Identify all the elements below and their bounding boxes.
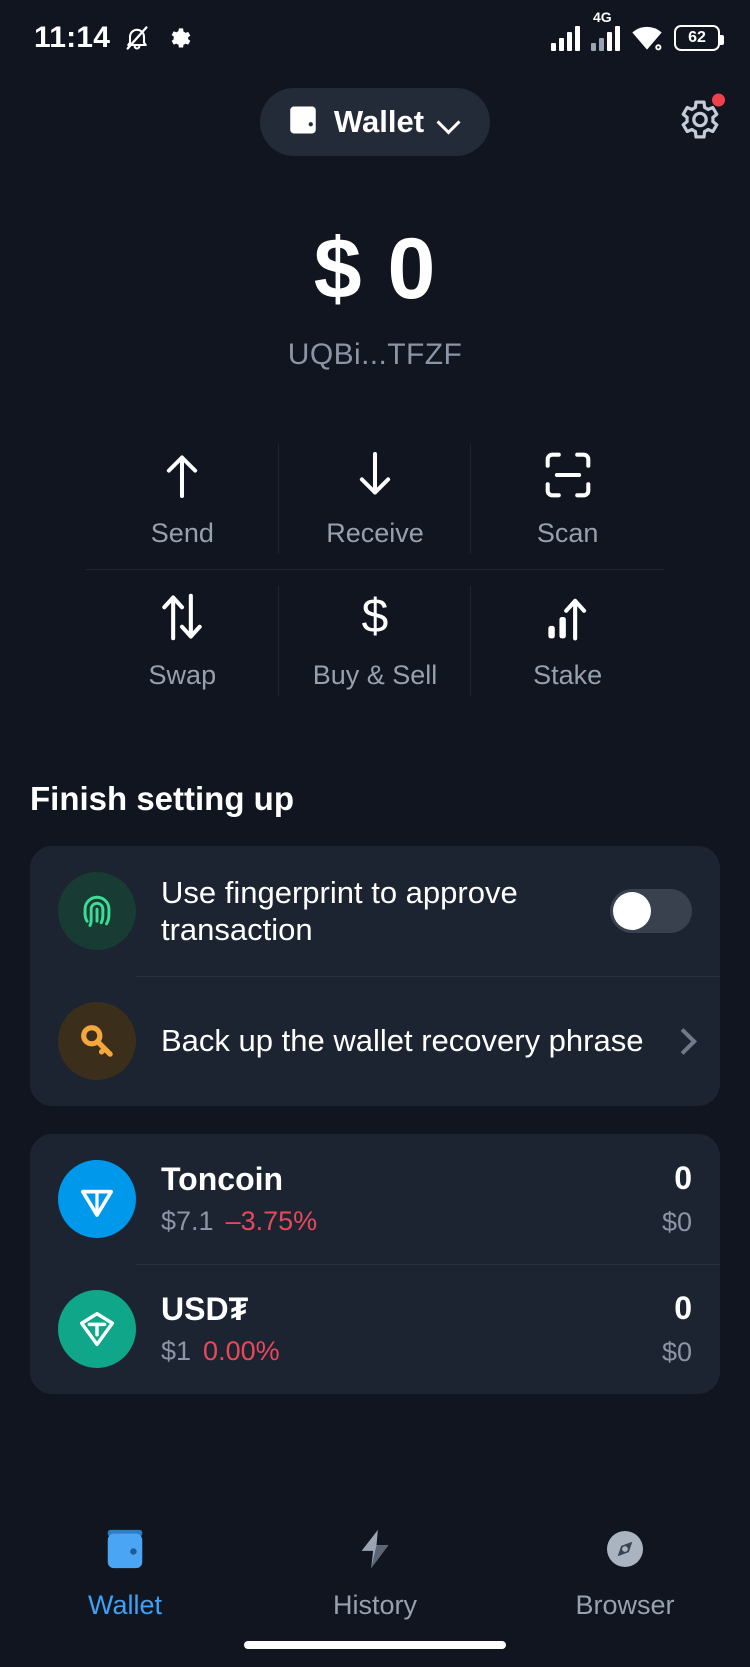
battery-level-label: 62	[688, 29, 706, 46]
wallet-icon	[286, 105, 320, 140]
token-balance-col: 0 $0	[662, 1160, 692, 1238]
action-label: Buy & Sell	[312, 659, 438, 690]
wallet-chip-label: Wallet	[333, 104, 425, 139]
wallet-address[interactable]: UQBi...TFZF	[0, 338, 750, 372]
action-label: Stake	[533, 659, 603, 690]
wifi-icon	[631, 25, 663, 51]
setup-item-label: Use fingerprint to approve transaction	[161, 874, 518, 947]
signal-bars-4g-icon: 4G	[591, 10, 620, 51]
nav-label: Browser	[575, 1590, 675, 1620]
nav-item-history[interactable]: History	[250, 1527, 500, 1621]
token-fiat-value: $0	[661, 1337, 692, 1367]
action-buy-sell[interactable]: $ Buy & Sell	[279, 570, 472, 712]
token-change: –3.75%	[225, 1206, 318, 1236]
status-bar-left: 11:14	[34, 21, 191, 55]
action-send[interactable]: Send	[86, 428, 279, 570]
toncoin-icon	[58, 1160, 136, 1238]
bell-muted-icon	[123, 24, 151, 52]
token-price: $7.1	[161, 1206, 214, 1236]
status-bar-clock: 11:14	[34, 21, 111, 54]
arrow-up-icon	[161, 450, 203, 500]
setup-card: Use fingerprint to approve transaction B…	[30, 846, 720, 1106]
token-price: $1	[161, 1336, 192, 1366]
action-label: Receive	[326, 517, 424, 548]
gear-icon	[164, 25, 191, 52]
battery-icon: 62	[674, 25, 724, 51]
token-price-row: $7.1 –3.75%	[161, 1206, 646, 1237]
chevron-right-icon	[672, 1031, 692, 1051]
token-amount: 0	[674, 1290, 692, 1326]
total-balance: $ 0	[313, 221, 437, 317]
chart-arrow-up-icon	[544, 592, 592, 642]
signal-bars-icon	[551, 25, 580, 51]
toggle-knob	[613, 892, 651, 930]
token-list-card: Toncoin $7.1 –3.75% 0 $0 USD₮ $1 0.00% 0…	[30, 1134, 720, 1394]
token-name: Toncoin	[161, 1161, 284, 1197]
key-icon	[58, 1002, 136, 1080]
network-type-label: 4G	[593, 9, 612, 25]
wallet-icon	[102, 1527, 148, 1576]
token-info: Toncoin $7.1 –3.75%	[161, 1161, 646, 1237]
balance-block: $ 0 UQBi...TFZF	[0, 226, 750, 372]
dollar-sign-icon: $	[361, 589, 389, 643]
wallet-selector-chip[interactable]: Wallet	[259, 88, 491, 156]
fingerprint-icon	[58, 872, 136, 950]
settings-button[interactable]	[674, 93, 725, 149]
status-bar: 11:14 4G 62	[0, 0, 750, 76]
setup-item-backup[interactable]: Back up the wallet recovery phrase	[30, 976, 720, 1106]
arrow-down-icon	[354, 450, 396, 500]
setup-item-label: Back up the wallet recovery phrase	[161, 1023, 644, 1059]
lightning-icon	[352, 1527, 398, 1576]
action-receive[interactable]: Receive	[278, 428, 472, 570]
action-label: Scan	[536, 517, 599, 548]
action-label: Swap	[148, 659, 217, 690]
token-name: USD₮	[161, 1291, 249, 1327]
nav-label: Wallet	[87, 1590, 162, 1620]
token-balance-col: 0 $0	[662, 1290, 692, 1368]
action-scan[interactable]: Scan	[471, 428, 664, 570]
app-header: Wallet	[0, 76, 750, 168]
action-label: Send	[150, 517, 214, 548]
usdt-icon	[58, 1290, 136, 1368]
bottom-navigation: Wallet History Browser	[0, 1499, 750, 1667]
token-fiat-value: $0	[661, 1207, 692, 1237]
token-info: USD₮ $1 0.00%	[161, 1291, 646, 1367]
token-price-row: $1 0.00%	[161, 1336, 646, 1367]
swap-arrows-icon	[159, 592, 205, 642]
action-grid: Send Receive Scan Swap $ Buy & Sell Stak…	[86, 428, 664, 712]
token-change: 0.00%	[203, 1336, 280, 1366]
fingerprint-toggle[interactable]	[610, 889, 692, 933]
setup-item-fingerprint[interactable]: Use fingerprint to approve transaction	[30, 846, 720, 976]
home-indicator	[244, 1641, 506, 1649]
token-amount: 0	[674, 1160, 692, 1196]
chevron-down-icon	[438, 111, 460, 133]
nav-label: History	[332, 1590, 417, 1620]
action-swap[interactable]: Swap	[86, 570, 279, 712]
compass-icon	[602, 1527, 648, 1576]
nav-item-wallet[interactable]: Wallet	[0, 1527, 250, 1621]
page-title: Finish setting up	[30, 780, 294, 817]
notification-dot	[712, 93, 725, 107]
action-stake[interactable]: Stake	[471, 570, 664, 712]
token-row-usdt[interactable]: USD₮ $1 0.00% 0 $0	[30, 1264, 720, 1394]
scan-qr-icon	[544, 450, 592, 500]
nav-item-browser[interactable]: Browser	[500, 1527, 750, 1621]
token-row-toncoin[interactable]: Toncoin $7.1 –3.75% 0 $0	[30, 1134, 720, 1264]
status-bar-right: 4G 62	[551, 10, 724, 51]
